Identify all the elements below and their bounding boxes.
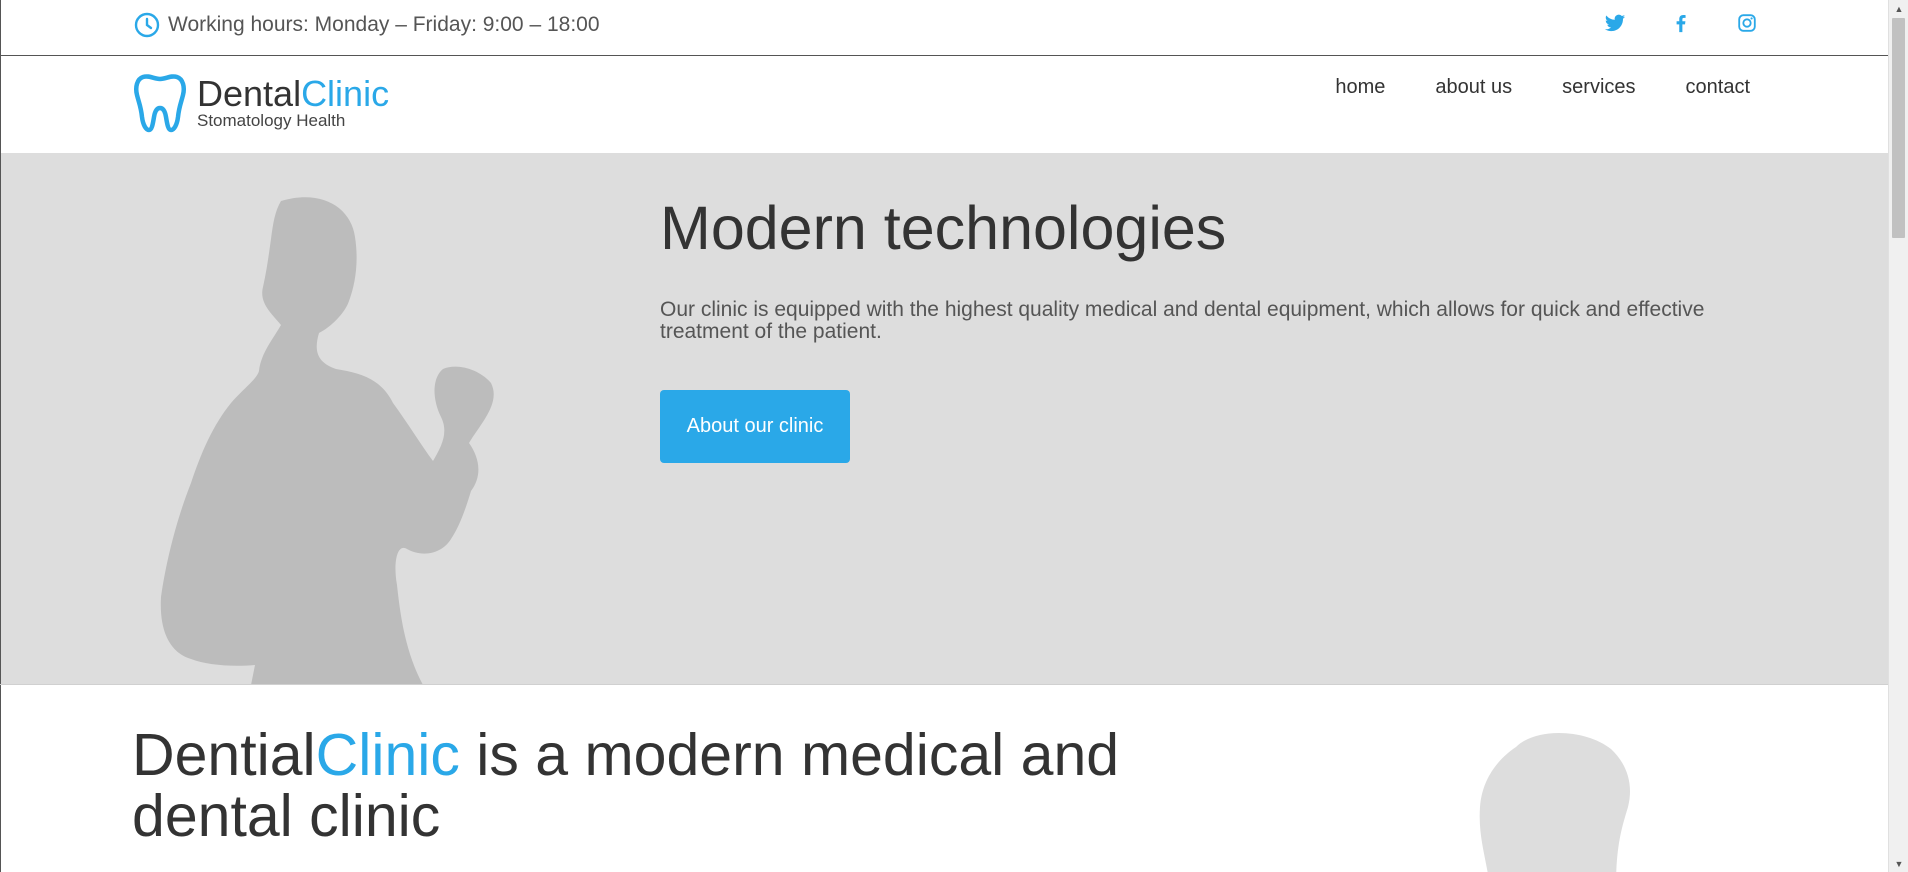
top-bar: Working hours: Monday – Friday: 9:00 – 1…: [0, 0, 1888, 56]
nav-about-us[interactable]: about us: [1435, 76, 1512, 99]
hero-description: Our clinic is equipped with the highest …: [660, 298, 1705, 343]
scroll-up-arrow-icon[interactable]: ▲: [1889, 0, 1908, 17]
scrollbar-thumb[interactable]: [1892, 18, 1905, 238]
about-heading-part1: Dential: [132, 722, 316, 788]
logo[interactable]: DentalClinic Stomatology Health: [133, 73, 389, 133]
page: Working hours: Monday – Friday: 9:00 – 1…: [0, 0, 1888, 872]
twitter-icon[interactable]: [1604, 12, 1626, 34]
about-section: DentialClinic is a modern medical and de…: [0, 685, 1888, 872]
brand-name: DentalClinic: [197, 75, 389, 113]
hero-title: Modern technologies: [660, 194, 1227, 262]
nav-contact[interactable]: contact: [1686, 76, 1750, 99]
facebook-icon[interactable]: [1670, 12, 1692, 34]
instagram-icon[interactable]: [1736, 12, 1758, 34]
working-hours: Working hours: Monday – Friday: 9:00 – 1…: [134, 12, 600, 38]
person-silhouette-image: [160, 197, 494, 685]
clock-icon: [134, 12, 160, 38]
brand-name-part1: Dental: [197, 73, 302, 114]
head-silhouette-image: [1479, 732, 1631, 872]
main-nav: home about us services contact: [1335, 76, 1750, 99]
nav-services[interactable]: services: [1562, 76, 1635, 99]
tooth-icon: [134, 74, 186, 133]
vertical-scrollbar[interactable]: ▲ ▼: [1888, 0, 1908, 872]
about-heading-part2: Clinic: [315, 722, 460, 788]
hero-section: Modern technologies Our clinic is equipp…: [0, 153, 1888, 685]
site-header: DentalClinic Stomatology Health home abo…: [0, 56, 1888, 153]
scroll-down-arrow-icon[interactable]: ▼: [1889, 855, 1908, 872]
about-clinic-button[interactable]: About our clinic: [660, 390, 850, 463]
nav-home[interactable]: home: [1335, 76, 1385, 99]
about-heading: DentialClinic is a modern medical and de…: [132, 725, 1192, 847]
brand-text: DentalClinic Stomatology Health: [197, 75, 389, 131]
working-hours-text: Working hours: Monday – Friday: 9:00 – 1…: [168, 13, 600, 36]
social-links: [1604, 12, 1758, 34]
brand-tagline: Stomatology Health: [197, 111, 346, 130]
brand-name-part2: Clinic: [301, 73, 390, 114]
